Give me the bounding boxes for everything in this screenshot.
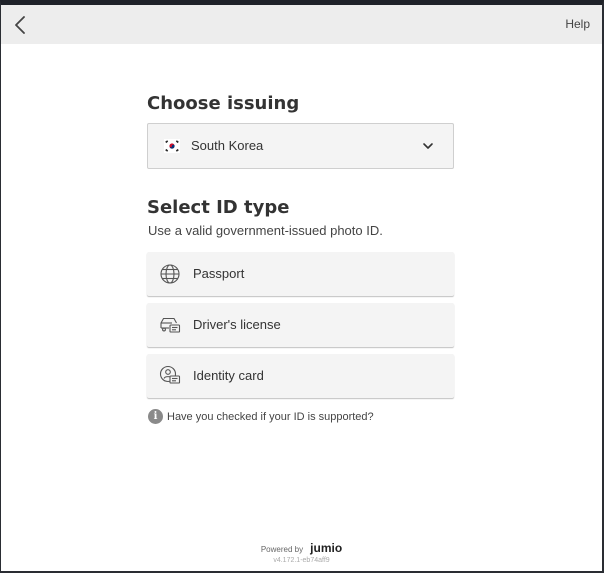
app-frame: Help Choose issuing country/region	[0, 0, 604, 573]
id-option-passport[interactable]: Passport	[147, 252, 454, 296]
chevron-down-icon	[423, 143, 433, 149]
id-card-icon	[159, 365, 181, 384]
id-option-identity-card[interactable]: Identity card	[147, 354, 454, 398]
back-button[interactable]	[9, 13, 31, 37]
version-text: v4.172.1-eb74aff9	[273, 557, 330, 564]
country-selected-value: South Korea	[191, 138, 264, 153]
top-bar: Help	[1, 5, 602, 44]
id-option-drivers-license[interactable]: Driver's license	[147, 303, 454, 347]
country-title: Choose issuing country/region	[147, 93, 300, 142]
id-option-label: Passport	[193, 266, 245, 281]
jumio-logo: jumio	[310, 541, 343, 555]
south-korea-flag-icon	[164, 139, 180, 153]
main-content: Choose issuing country/region South Kore…	[147, 90, 454, 424]
id-type-subtitle: Use a valid government-issued photo ID.	[148, 223, 383, 238]
info-icon: i	[148, 409, 163, 424]
help-link[interactable]: Help	[565, 17, 590, 31]
supported-id-hint: i Have you checked if your ID is support…	[148, 409, 374, 424]
supported-id-link[interactable]: Have you checked if your ID is supported…	[167, 411, 374, 423]
powered-by-text: Powered by	[260, 545, 304, 554]
country-select[interactable]: South Korea	[147, 123, 454, 169]
footer: Powered by jumio v4.172.1-eb74aff9	[1, 537, 602, 564]
id-option-label: Driver's license	[193, 317, 281, 332]
globe-icon	[160, 264, 180, 284]
id-option-label: Identity card	[193, 368, 264, 383]
id-type-title: Select ID type	[147, 197, 290, 218]
car-id-icon	[160, 317, 181, 333]
chevron-left-icon	[15, 16, 25, 34]
